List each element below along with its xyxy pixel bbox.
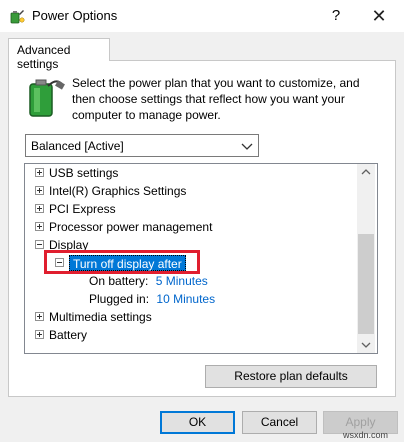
plugged-in-label: Plugged in: [89, 292, 150, 306]
tree-item-on-battery[interactable]: On battery: 5 Minutes [89, 272, 208, 290]
expand-icon[interactable] [35, 222, 44, 231]
tab-label: Advanced settings [17, 43, 71, 71]
tab-advanced-settings[interactable]: Advanced settings [8, 38, 110, 71]
restore-defaults-button[interactable]: Restore plan defaults [205, 365, 377, 388]
close-button[interactable]: ✕ [364, 4, 394, 28]
scroll-down-icon[interactable] [357, 336, 375, 353]
tree-item-plugged-in[interactable]: Plugged in: 10 Minutes [89, 290, 215, 308]
collapse-icon[interactable] [35, 240, 44, 249]
plan-description: Select the power plan that you want to c… [72, 76, 360, 122]
battery-plan-icon [29, 79, 65, 117]
expand-icon[interactable] [35, 168, 44, 177]
chevron-down-icon [241, 143, 253, 150]
tree-scrollbar[interactable] [357, 164, 375, 353]
expand-icon[interactable] [35, 330, 44, 339]
ok-button[interactable]: OK [160, 411, 235, 434]
help-button[interactable]: ? [326, 6, 346, 26]
expand-icon[interactable] [35, 204, 44, 213]
expand-icon[interactable] [35, 312, 44, 321]
annotation-highlight-box [44, 250, 200, 274]
scrollbar-thumb[interactable] [358, 234, 374, 334]
title-bar: Power Options ? ✕ [0, 0, 404, 32]
watermark: wsxdn.com [343, 430, 389, 440]
scroll-up-icon[interactable] [357, 164, 375, 181]
window-title: Power Options [32, 8, 118, 23]
power-options-icon [10, 10, 25, 24]
power-plan-value: Balanced [Active] [31, 139, 124, 153]
expand-icon[interactable] [35, 186, 44, 195]
on-battery-value[interactable]: 5 Minutes [156, 274, 208, 288]
on-battery-label: On battery: [89, 274, 149, 288]
power-plan-dropdown[interactable]: Balanced [Active] [25, 134, 259, 157]
plugged-in-value[interactable]: 10 Minutes [156, 292, 215, 306]
cancel-button[interactable]: Cancel [242, 411, 317, 434]
